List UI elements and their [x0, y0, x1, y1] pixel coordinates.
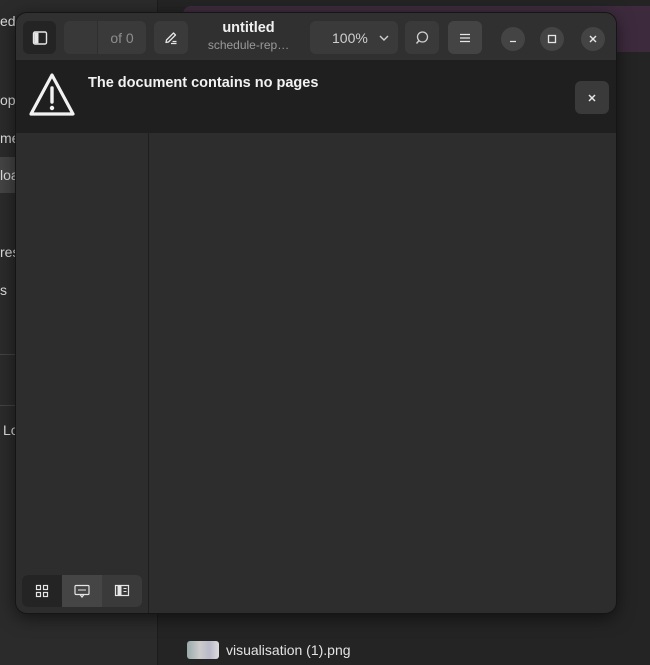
close-icon [588, 93, 596, 102]
warning-icon [29, 73, 75, 116]
background-sidebar-item[interactable]: op [0, 92, 16, 108]
document-subtitle: schedule-rep… [207, 38, 290, 52]
annotate-button[interactable] [154, 21, 188, 54]
file-thumbnail [187, 641, 219, 659]
page-number-input[interactable] [64, 21, 98, 54]
background-file-item[interactable]: visualisation (1).png [187, 641, 351, 659]
page-total-label: of 0 [110, 29, 134, 46]
maximize-icon [547, 34, 557, 44]
sidebar-icon [32, 30, 47, 45]
minimize-button[interactable] [501, 27, 525, 51]
zoom-level: 100% [332, 29, 368, 46]
sidebar-mode-switcher [22, 575, 142, 607]
sidebar-pane [16, 133, 149, 613]
thumbnails-mode-button[interactable] [22, 575, 62, 607]
sidebar-toggle-button[interactable] [23, 21, 56, 54]
info-message: The document contains no pages [88, 75, 319, 91]
document-view-area[interactable] [149, 133, 616, 613]
background-sidebar-item[interactable]: ed [0, 13, 16, 29]
page-selector: of 0 [64, 21, 146, 54]
background-divider [0, 354, 16, 355]
grid-icon [35, 584, 49, 598]
search-icon [415, 30, 429, 44]
pencil-icon [165, 31, 177, 44]
annotations-mode-button[interactable] [62, 575, 102, 607]
maximize-button[interactable] [540, 27, 564, 51]
header-bar: of 0 untitled schedule-rep… 100% [16, 13, 616, 60]
main-menu-button[interactable] [448, 21, 482, 54]
hamburger-icon [460, 33, 470, 42]
file-name: visualisation (1).png [226, 642, 351, 658]
close-button[interactable] [581, 27, 605, 51]
background-sidebar-item[interactable]: s [0, 282, 7, 298]
annotation-icon [74, 584, 90, 598]
title-area: untitled schedule-rep… [196, 20, 301, 53]
chevron-down-icon [379, 35, 389, 41]
info-bar-close-button[interactable] [575, 81, 609, 114]
book-icon [114, 584, 130, 597]
document-title: untitled [222, 20, 275, 36]
info-bar: The document contains no pages [16, 60, 616, 133]
background-divider [0, 405, 16, 406]
minimize-icon [510, 40, 516, 43]
search-button[interactable] [405, 21, 439, 54]
document-viewer-window: of 0 untitled schedule-rep… 100% The doc… [16, 13, 616, 613]
close-icon [589, 35, 597, 43]
bookmarks-mode-button[interactable] [102, 575, 142, 607]
zoom-dropdown[interactable]: 100% [310, 21, 398, 54]
